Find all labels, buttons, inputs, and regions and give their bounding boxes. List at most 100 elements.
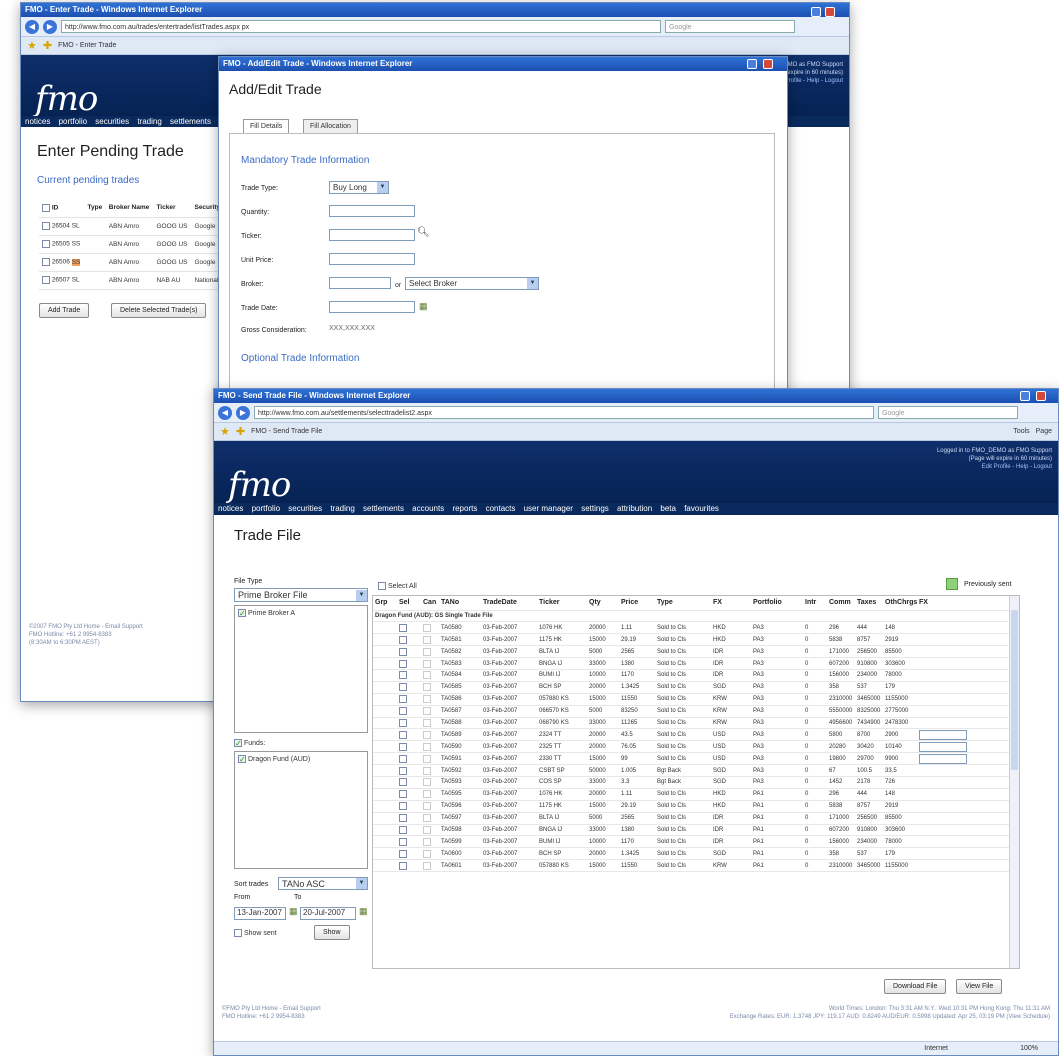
- back-icon[interactable]: ◀: [218, 405, 232, 420]
- select-checkbox[interactable]: [399, 671, 407, 680]
- menu-settlements[interactable]: settlements: [170, 117, 211, 126]
- table-row[interactable]: TA0595 03-Feb-2007 1076 HK 20000 1.11 Sold to…: [373, 788, 1009, 801]
- search-icon[interactable]: 🔍︎: [417, 227, 430, 238]
- cancel-checkbox[interactable]: [423, 778, 431, 787]
- close-button[interactable]: [763, 59, 773, 69]
- table-row[interactable]: TA0585 03-Feb-2007 BCH SP 20000 1.3425 Sold t…: [373, 681, 1009, 694]
- minimize-button[interactable]: [1020, 391, 1030, 401]
- calendar-icon[interactable]: ▦: [359, 906, 368, 917]
- cancel-checkbox[interactable]: [423, 825, 431, 834]
- table-row[interactable]: 26505 SS ABN Amro GOOG US Google: [39, 235, 224, 254]
- cancel-checkbox[interactable]: [423, 695, 431, 704]
- broker-select[interactable]: Select Broker ▼: [405, 277, 539, 290]
- tab-fill-details[interactable]: Fill Details: [243, 119, 290, 133]
- quantity-input[interactable]: [329, 205, 415, 217]
- zoom-level[interactable]: 100%: [1020, 1042, 1038, 1055]
- select-checkbox[interactable]: [399, 778, 407, 787]
- cancel-checkbox[interactable]: [423, 683, 431, 692]
- table-row[interactable]: TA0586 03-Feb-2007 057880 KS 15000 11550 Sold…: [373, 693, 1009, 706]
- table-row[interactable]: TA0600 03-Feb-2007 BCH SP 20000 1.3425 Sold t…: [373, 847, 1009, 861]
- select-checkbox[interactable]: [399, 802, 407, 811]
- show-button[interactable]: Show: [314, 925, 350, 940]
- select-checkbox[interactable]: [399, 623, 407, 632]
- close-button[interactable]: [1036, 391, 1046, 401]
- scrollbar[interactable]: [1009, 596, 1019, 968]
- table-row[interactable]: TA0588 03-Feb-2007 068790 KS 33000 11265 Sold…: [373, 717, 1009, 730]
- table-row[interactable]: TA0593 03-Feb-2007 COS SP 33000 3.3 Bgt Back S…: [373, 776, 1009, 789]
- table-row[interactable]: 26504 SL ABN Amro GOOG US Google: [39, 217, 224, 236]
- cancel-checkbox[interactable]: [423, 802, 431, 811]
- back-icon[interactable]: ◀: [25, 19, 39, 34]
- add-favorites-icon[interactable]: ✚: [43, 39, 52, 52]
- favorites-star-icon[interactable]: ★: [220, 425, 230, 438]
- cancel-checkbox[interactable]: [423, 635, 431, 644]
- address-bar[interactable]: http://www.fmo.com.au/trades/entertrade/…: [61, 20, 661, 33]
- prime-broker-checkbox[interactable]: [238, 609, 246, 617]
- menu-settlements[interactable]: settlements: [363, 504, 404, 513]
- unit-price-input[interactable]: [329, 253, 415, 265]
- select-all-checkbox[interactable]: [378, 582, 386, 590]
- from-date-input[interactable]: 13-Jan-2007: [234, 907, 286, 920]
- table-row[interactable]: TA0589 03-Feb-2007 2324 TT 20000 43.5 Sold to…: [373, 728, 1009, 742]
- select-checkbox[interactable]: [399, 707, 407, 716]
- menu-notices[interactable]: notices: [218, 504, 243, 513]
- cancel-checkbox[interactable]: [423, 718, 431, 727]
- cancel-checkbox[interactable]: [423, 837, 431, 846]
- select-checkbox[interactable]: [399, 754, 407, 763]
- cancel-checkbox[interactable]: [423, 647, 431, 656]
- table-row[interactable]: TA0580 03-Feb-2007 1076 HK 20000 1.11 Sold to…: [373, 621, 1009, 635]
- cancel-checkbox[interactable]: [423, 730, 431, 739]
- menu-beta[interactable]: beta: [660, 504, 676, 513]
- menu-portfolio[interactable]: portfolio: [59, 117, 87, 126]
- select-all-checkbox[interactable]: [42, 203, 50, 212]
- cancel-checkbox[interactable]: [423, 659, 431, 668]
- sort-select[interactable]: TANo ASC ▼: [278, 877, 368, 890]
- cancel-checkbox[interactable]: [423, 623, 431, 632]
- menu-portfolio[interactable]: portfolio: [252, 504, 280, 513]
- tools-menu[interactable]: Tools: [1013, 428, 1029, 435]
- browser-tab[interactable]: FMO - Send Trade File: [251, 428, 322, 435]
- table-row[interactable]: TA0599 03-Feb-2007 BUMI IJ 10000 1170 Sold to…: [373, 835, 1009, 849]
- menu-attribution[interactable]: attribution: [617, 504, 652, 513]
- menu-securities[interactable]: securities: [95, 117, 129, 126]
- menu-reports[interactable]: reports: [452, 504, 477, 513]
- select-checkbox[interactable]: [399, 695, 407, 704]
- table-row[interactable]: TA0583 03-Feb-2007 BNGA IJ 33000 1380 Sold to…: [373, 657, 1009, 670]
- select-checkbox[interactable]: [399, 730, 407, 739]
- minimize-button[interactable]: [811, 7, 821, 17]
- table-row[interactable]: TA0597 03-Feb-2007 BLTA IJ 5000 2565 Sold to …: [373, 812, 1009, 825]
- cancel-checkbox[interactable]: [423, 766, 431, 775]
- select-checkbox[interactable]: [399, 742, 407, 751]
- cancel-checkbox[interactable]: [423, 814, 431, 823]
- calendar-icon[interactable]: ▦: [419, 301, 428, 312]
- search-input[interactable]: Google: [665, 20, 795, 33]
- address-bar[interactable]: http://www.fmo.com.au/settlements/select…: [254, 406, 874, 419]
- table-row[interactable]: 26506 SS ABN Amro GOOG US Google: [39, 253, 224, 272]
- table-row[interactable]: TA0601 03-Feb-2007 057880 KS 15000 11550 Sold…: [373, 859, 1009, 873]
- cancel-checkbox[interactable]: [423, 671, 431, 680]
- tab-fill-allocation[interactable]: Fill Allocation: [303, 119, 358, 133]
- select-checkbox[interactable]: [399, 718, 407, 727]
- table-row[interactable]: TA0587 03-Feb-2007 066570 KS 5000 83250 Sold …: [373, 705, 1009, 718]
- search-input[interactable]: Google: [878, 406, 1018, 419]
- table-row[interactable]: TA0581 03-Feb-2007 1175 HK 15000 29.19 Sold t…: [373, 633, 1009, 647]
- select-checkbox[interactable]: [399, 647, 407, 656]
- cancel-checkbox[interactable]: [423, 861, 431, 870]
- cancel-checkbox[interactable]: [423, 790, 431, 799]
- add-trade-button[interactable]: Add Trade: [39, 303, 90, 318]
- ticker-input[interactable]: [329, 229, 415, 241]
- close-button[interactable]: [825, 7, 835, 17]
- table-row[interactable]: TA0584 03-Feb-2007 BUMI IJ 10000 1170 Sold to…: [373, 669, 1009, 682]
- download-file-button[interactable]: Download File: [884, 979, 947, 994]
- select-checkbox[interactable]: [399, 825, 407, 834]
- table-row[interactable]: TA0598 03-Feb-2007 BNGA IJ 33000 1380 Sold to…: [373, 824, 1009, 837]
- cancel-checkbox[interactable]: [423, 707, 431, 716]
- table-row[interactable]: TA0596 03-Feb-2007 1175 HK 15000 29.19 Sold t…: [373, 800, 1009, 813]
- menu-accounts[interactable]: accounts: [412, 504, 444, 513]
- cancel-checkbox[interactable]: [423, 742, 431, 751]
- calendar-icon[interactable]: ▦: [289, 906, 298, 917]
- table-row[interactable]: TA0590 03-Feb-2007 2325 TT 20000 76.05 Sold t…: [373, 740, 1009, 754]
- menu-contacts[interactable]: contacts: [486, 504, 516, 513]
- menu-trading[interactable]: trading: [330, 504, 354, 513]
- cancel-checkbox[interactable]: [423, 754, 431, 763]
